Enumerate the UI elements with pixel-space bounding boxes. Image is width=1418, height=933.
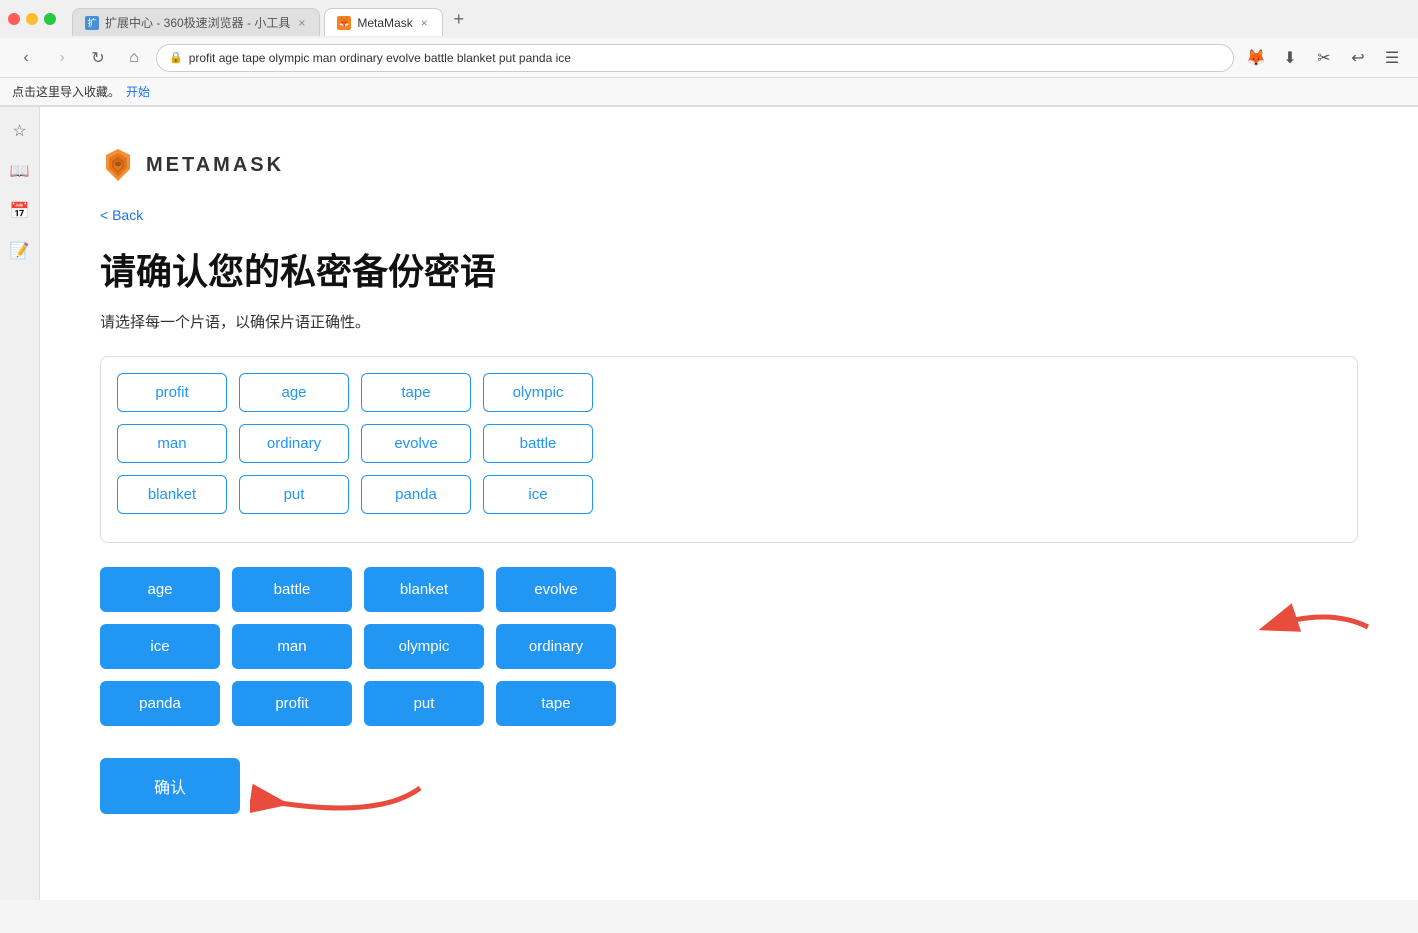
back-link[interactable]: < Back	[100, 207, 143, 223]
confirm-section: 确认	[100, 758, 240, 814]
metamask-extension-button[interactable]: 🦊	[1242, 44, 1270, 72]
word-slot-panda[interactable]: panda	[361, 475, 471, 514]
note-icon[interactable]: 📝	[8, 239, 32, 263]
minimize-window-button[interactable]	[26, 13, 38, 25]
tab-bar: 扩 扩展中心 - 360极速浏览器 - 小工具 × 🦊 MetaMask × +	[64, 2, 479, 36]
word-grid-row-3: blanket put panda ice	[117, 475, 1341, 514]
cut-button[interactable]: ✂	[1310, 44, 1338, 72]
word-slot-battle[interactable]: battle	[483, 424, 593, 463]
calendar-icon[interactable]: 📅	[8, 199, 32, 223]
word-slot-ice[interactable]: ice	[483, 475, 593, 514]
word-slot-man[interactable]: man	[117, 424, 227, 463]
sidebar: ☆ 📖 📅 📝	[0, 107, 40, 900]
close-window-button[interactable]	[8, 13, 20, 25]
word-bank-row-2: ice man olympic ordinary	[100, 624, 1358, 669]
menu-button[interactable]: ☰	[1378, 44, 1406, 72]
word-bank-evolve[interactable]: evolve	[496, 567, 616, 612]
word-slot-tape[interactable]: tape	[361, 373, 471, 412]
undo-button[interactable]: ↩	[1344, 44, 1372, 72]
tab-metamask[interactable]: 🦊 MetaMask ×	[324, 8, 442, 36]
tab-favicon-extensions: 扩	[85, 16, 99, 30]
main-content: METAMASK < Back 请确认您的私密备份密语 请选择每一个片语，以确保…	[40, 107, 1418, 900]
bookmark-prefix-text: 点击这里导入收藏。	[12, 83, 120, 100]
confirm-button[interactable]: 确认	[100, 758, 240, 814]
tab-close-extensions[interactable]: ×	[296, 16, 307, 30]
word-bank-man[interactable]: man	[232, 624, 352, 669]
word-slot-olympic[interactable]: olympic	[483, 373, 593, 412]
tab-close-metamask[interactable]: ×	[419, 16, 430, 30]
star-icon[interactable]: ☆	[8, 119, 32, 143]
window-controls	[8, 13, 56, 25]
word-bank-ordinary[interactable]: ordinary	[496, 624, 616, 669]
toolbar: ‹ › ↻ ⌂ 🔒 profit age tape olympic man or…	[0, 38, 1418, 78]
bookmark-start-link[interactable]: 开始	[126, 83, 150, 100]
browser-chrome: 扩 扩展中心 - 360极速浏览器 - 小工具 × 🦊 MetaMask × +…	[0, 0, 1418, 107]
metamask-fox-logo	[100, 147, 136, 183]
browser-body: ☆ 📖 📅 📝 METAMASK < Back 请确认您的私密备份密语 请选择每…	[0, 107, 1418, 900]
word-bank: age battle blanket evolve ice man olympi…	[100, 567, 1358, 726]
orange-arrow-left	[250, 768, 430, 823]
page-subtitle: 请选择每一个片语，以确保片语正确性。	[100, 311, 1358, 332]
metamask-brand-name: METAMASK	[146, 154, 284, 177]
metamask-header: METAMASK	[100, 147, 1358, 183]
page-title: 请确认您的私密备份密语	[100, 243, 1358, 295]
word-bank-profit[interactable]: profit	[232, 681, 352, 726]
title-bar: 扩 扩展中心 - 360极速浏览器 - 小工具 × 🦊 MetaMask × +	[0, 0, 1418, 38]
refresh-button[interactable]: ↻	[84, 44, 112, 72]
forward-button[interactable]: ›	[48, 44, 76, 72]
tab-label-metamask: MetaMask	[357, 16, 412, 30]
address-bar-url: profit age tape olympic man ordinary evo…	[189, 51, 571, 65]
word-slot-ordinary[interactable]: ordinary	[239, 424, 349, 463]
tab-favicon-metamask: 🦊	[337, 16, 351, 30]
word-slot-put[interactable]: put	[239, 475, 349, 514]
word-bank-ice[interactable]: ice	[100, 624, 220, 669]
back-button[interactable]: ‹	[12, 44, 40, 72]
word-slot-age[interactable]: age	[239, 373, 349, 412]
home-button[interactable]: ⌂	[120, 44, 148, 72]
tab-extensions[interactable]: 扩 扩展中心 - 360极速浏览器 - 小工具 ×	[72, 8, 320, 36]
word-bank-blanket[interactable]: blanket	[364, 567, 484, 612]
word-slot-blanket[interactable]: blanket	[117, 475, 227, 514]
word-bank-age[interactable]: age	[100, 567, 220, 612]
download-button[interactable]: ⬇	[1276, 44, 1304, 72]
word-answer-grid: profit age tape olympic man ordinary evo…	[100, 356, 1358, 543]
word-slot-profit[interactable]: profit	[117, 373, 227, 412]
maximize-window-button[interactable]	[44, 13, 56, 25]
word-grid-row-1: profit age tape olympic	[117, 373, 1341, 412]
word-bank-row-1: age battle blanket evolve	[100, 567, 1358, 612]
word-bank-row-3: panda profit put tape	[100, 681, 1358, 726]
new-tab-button[interactable]: +	[447, 7, 471, 31]
address-bar[interactable]: 🔒 profit age tape olympic man ordinary e…	[156, 44, 1234, 72]
book-icon[interactable]: 📖	[8, 159, 32, 183]
word-grid-row-2: man ordinary evolve battle	[117, 424, 1341, 463]
word-slot-evolve[interactable]: evolve	[361, 424, 471, 463]
toolbar-right: 🦊 ⬇ ✂ ↩ ☰	[1242, 44, 1406, 72]
tab-label-extensions: 扩展中心 - 360极速浏览器 - 小工具	[105, 14, 290, 31]
word-bank-panda[interactable]: panda	[100, 681, 220, 726]
word-bank-battle[interactable]: battle	[232, 567, 352, 612]
word-bank-olympic[interactable]: olympic	[364, 624, 484, 669]
security-lock-icon: 🔒	[169, 51, 183, 64]
bookmark-bar: 点击这里导入收藏。 开始	[0, 78, 1418, 106]
word-bank-tape[interactable]: tape	[496, 681, 616, 726]
word-bank-put[interactable]: put	[364, 681, 484, 726]
